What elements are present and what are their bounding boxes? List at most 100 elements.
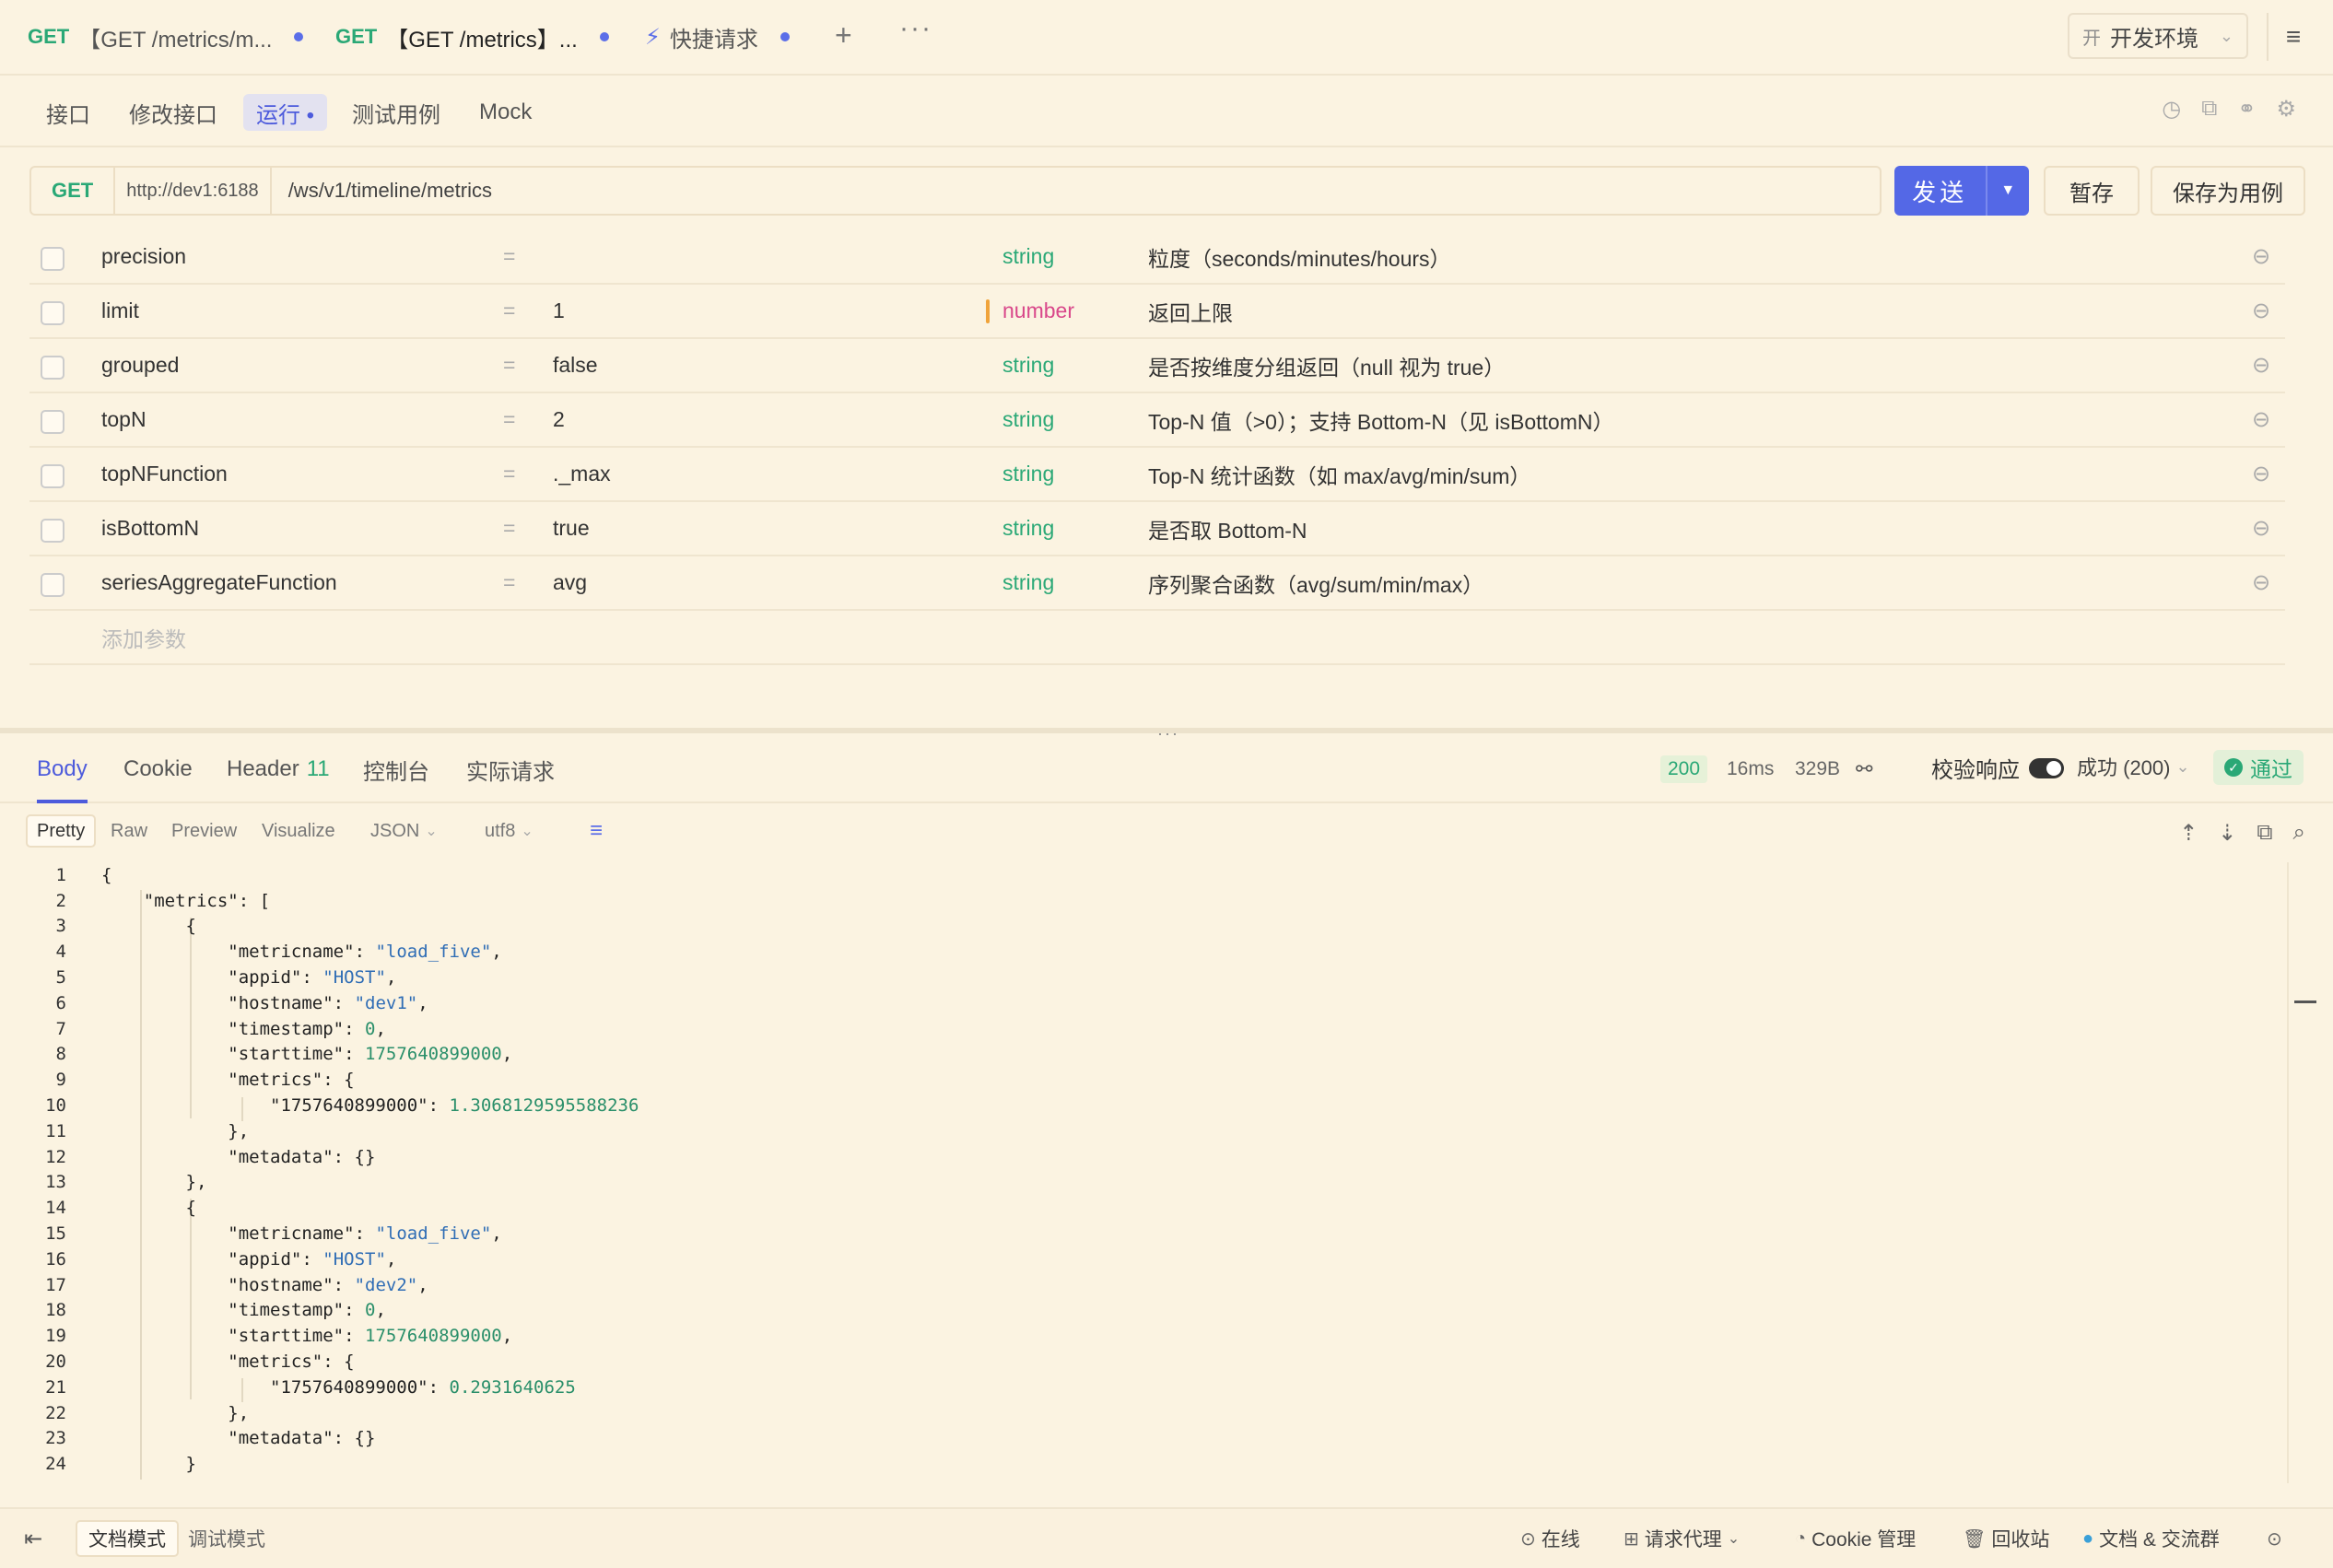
download-icon[interactable]: ⇣ xyxy=(2218,820,2236,847)
tab-metrics[interactable]: GET 【GET /metrics】... xyxy=(335,0,609,74)
copy-icon[interactable]: ⧉ xyxy=(2257,820,2272,847)
help-icon[interactable]: ⊙ xyxy=(2267,1520,2282,1557)
param-name[interactable]: seriesAggregateFunction xyxy=(101,556,337,609)
menu-icon[interactable]: ≡ xyxy=(2267,13,2318,61)
subtab-interface[interactable]: 接口 xyxy=(33,94,103,131)
collapse-sidebar-icon[interactable]: ⇤ xyxy=(24,1526,42,1552)
verify-response-toggle[interactable]: 校验响应 xyxy=(1931,752,2064,784)
share-icon[interactable]: ⚯ xyxy=(1856,755,1872,783)
environment-select[interactable]: 开 开发环境 ⌄ xyxy=(2068,13,2248,59)
param-desc[interactable]: Top-N 统计函数（如 max/avg/min/sum） xyxy=(1148,448,1530,500)
tab-metrics-m[interactable]: GET 【GET /metrics/m... xyxy=(28,0,304,74)
param-name[interactable]: topNFunction xyxy=(101,448,228,500)
add-param-input[interactable]: 添加参数 xyxy=(101,611,186,663)
tab-console[interactable]: 控制台 xyxy=(363,737,429,802)
toggle-switch[interactable] xyxy=(2029,757,2064,778)
param-type[interactable]: string xyxy=(1002,393,1054,446)
history-icon[interactable]: ◷ xyxy=(2162,96,2181,123)
upload-icon[interactable]: ⇡ xyxy=(2179,820,2198,847)
param-checkbox[interactable] xyxy=(41,519,64,543)
subtab-mock[interactable]: Mock xyxy=(466,94,545,131)
method-select[interactable]: GET xyxy=(31,179,113,203)
param-name[interactable]: limit xyxy=(101,285,139,337)
url-path-input[interactable]: /ws/v1/timeline/metrics xyxy=(272,179,492,203)
tab-quick-request[interactable]: ⚡ 快捷请求 xyxy=(645,0,790,74)
param-name[interactable]: isBottomN xyxy=(101,502,199,555)
doc-mode-button[interactable]: 文档模式 xyxy=(76,1520,179,1557)
param-name[interactable]: precision xyxy=(101,230,186,283)
remove-param-icon[interactable]: ⊖ xyxy=(2252,556,2270,609)
editor-scrollbar[interactable] xyxy=(2287,862,2289,1483)
save-temp-button[interactable]: 暂存 xyxy=(2044,166,2140,216)
success-select[interactable]: 成功 (200) ⌄ xyxy=(2077,752,2190,781)
param-type[interactable]: number xyxy=(1002,285,1074,337)
settings-icon[interactable]: ⚙ xyxy=(2276,96,2296,123)
param-checkbox[interactable] xyxy=(41,464,64,488)
chevron-down-icon[interactable]: ▼ xyxy=(1985,166,2029,216)
save-as-case-button[interactable]: 保存为用例 xyxy=(2151,166,2305,216)
param-value[interactable]: avg xyxy=(553,556,587,609)
format-raw[interactable]: Raw xyxy=(101,814,157,848)
param-checkbox[interactable] xyxy=(41,301,64,325)
remove-param-icon[interactable]: ⊖ xyxy=(2252,448,2270,500)
param-type[interactable]: string xyxy=(1002,339,1054,392)
community-link[interactable]: ● 文档 & 交流群 xyxy=(2082,1520,2220,1557)
request-proxy-menu[interactable]: ⊞ 请求代理 ⌄ xyxy=(1624,1520,1740,1557)
search-icon[interactable]: ⌕ xyxy=(2293,820,2305,847)
response-editor[interactable]: 1{2 "metrics": [3 {4 "metricname": "load… xyxy=(0,862,2285,1483)
send-button[interactable]: 发送 ▼ xyxy=(1894,166,2029,216)
remove-param-icon[interactable]: ⊖ xyxy=(2252,502,2270,555)
param-checkbox[interactable] xyxy=(41,247,64,271)
param-eq: = xyxy=(503,570,516,594)
param-value[interactable]: 1 xyxy=(553,285,565,337)
share-icon[interactable]: ⚭ xyxy=(2237,96,2256,123)
encoding-select[interactable]: utf8 ⌄ xyxy=(475,814,543,848)
online-status[interactable]: ⊙ 在线 xyxy=(1520,1520,1580,1557)
subtab-edit-interface[interactable]: 修改接口 xyxy=(116,94,230,131)
cookie-manager[interactable]: ◔ Cookie 管理 xyxy=(1795,1520,1916,1557)
language-label: JSON xyxy=(370,820,420,841)
trash-button[interactable]: 🗑 回收站 xyxy=(1963,1520,2049,1557)
param-checkbox[interactable] xyxy=(41,356,64,380)
format-visualize[interactable]: Visualize xyxy=(252,814,345,848)
param-name[interactable]: topN xyxy=(101,393,147,446)
param-checkbox[interactable] xyxy=(41,573,64,597)
format-pretty[interactable]: Pretty xyxy=(26,814,97,848)
subtab-run[interactable]: 运行 • xyxy=(243,94,328,131)
param-type[interactable]: string xyxy=(1002,448,1054,500)
tab-actual-request[interactable]: 实际请求 xyxy=(466,737,555,802)
wrap-lines-icon[interactable]: ≡ xyxy=(580,814,612,848)
host-prefix[interactable]: http://dev1:6188 xyxy=(113,166,272,216)
remove-param-icon[interactable]: ⊖ xyxy=(2252,339,2270,392)
param-type[interactable]: string xyxy=(1002,230,1054,283)
param-value[interactable]: ._max xyxy=(553,448,611,500)
param-desc[interactable]: 粒度（seconds/minutes/hours） xyxy=(1148,230,1451,283)
param-checkbox[interactable] xyxy=(41,410,64,434)
param-name[interactable]: grouped xyxy=(101,339,179,392)
language-select[interactable]: JSON ⌄ xyxy=(361,814,447,848)
line-number: 10 xyxy=(45,1095,66,1117)
param-type[interactable]: string xyxy=(1002,502,1054,555)
subtab-test-cases[interactable]: 测试用例 xyxy=(339,94,453,131)
tab-cookie[interactable]: Cookie xyxy=(123,737,193,802)
param-desc[interactable]: 返回上限 xyxy=(1148,285,1233,337)
more-tabs-icon[interactable]: ··· xyxy=(899,13,932,44)
remove-param-icon[interactable]: ⊖ xyxy=(2252,285,2270,337)
debug-mode-button[interactable]: 调试模式 xyxy=(177,1520,276,1557)
copy-icon[interactable]: ⧉ xyxy=(2201,96,2217,123)
param-value[interactable]: 2 xyxy=(553,393,565,446)
tab-body[interactable]: Body xyxy=(37,737,88,803)
add-tab-icon[interactable]: + xyxy=(835,18,852,53)
param-value[interactable]: false xyxy=(553,339,598,392)
format-preview[interactable]: Preview xyxy=(162,814,246,848)
param-desc[interactable]: 是否按维度分组返回（null 视为 true） xyxy=(1148,339,1505,392)
param-desc[interactable]: Top-N 值（>0）；支持 Bottom-N（见 isBottomN） xyxy=(1148,393,1613,446)
param-desc[interactable]: 是否取 Bottom-N xyxy=(1148,502,1307,555)
tab-header[interactable]: Header 11 xyxy=(227,737,330,802)
code-line: 17 "hostname": "dev2", xyxy=(0,1272,2285,1298)
param-value[interactable]: true xyxy=(553,502,590,555)
remove-param-icon[interactable]: ⊖ xyxy=(2252,393,2270,446)
remove-param-icon[interactable]: ⊖ xyxy=(2252,230,2270,283)
param-desc[interactable]: 序列聚合函数（avg/sum/min/max） xyxy=(1148,556,1483,609)
param-type[interactable]: string xyxy=(1002,556,1054,609)
